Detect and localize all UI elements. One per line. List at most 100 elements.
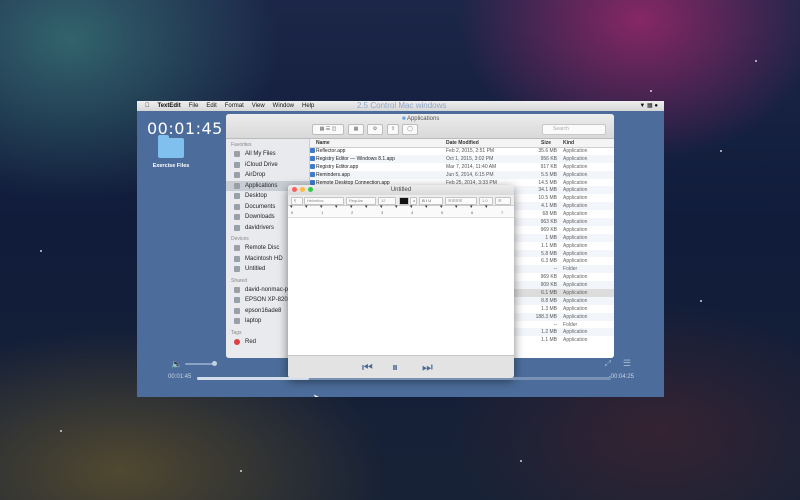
app-icon — [310, 163, 315, 169]
star — [520, 460, 522, 462]
menu-edit[interactable]: Edit — [206, 103, 216, 109]
menu-status-icons: ▼ ▦ ● — [639, 103, 658, 109]
file-kind: Application — [563, 297, 588, 304]
file-size: 969 KB — [540, 274, 557, 281]
tag-icon[interactable]: ◯ — [402, 124, 418, 135]
file-size: 1 MB — [545, 234, 557, 241]
playlist-icon[interactable]: ☰ — [623, 358, 631, 369]
share-icon[interactable]: ⇧ — [387, 124, 399, 135]
sidebar-item-label: Remote Disc — [245, 245, 280, 251]
elapsed-time: 00:01:45 — [168, 374, 192, 380]
menu-app-name[interactable]: TextEdit — [158, 103, 181, 109]
file-kind: Application — [563, 219, 588, 226]
text-color-swatch[interactable] — [399, 197, 409, 205]
tab-stop-icon[interactable]: ▾ — [365, 204, 368, 210]
ruler-mark: 4 — [411, 210, 414, 215]
textedit-title: Untitled — [390, 187, 412, 193]
tab-stop-icon[interactable]: ▾ — [320, 204, 323, 210]
file-size: 35.6 MB — [538, 148, 557, 154]
sidebar-item-label: epson16ade8 — [245, 307, 282, 314]
column-name[interactable]: Name — [316, 140, 330, 146]
file-kind: Application — [563, 290, 588, 297]
volume-icon[interactable]: 🔈 — [171, 359, 182, 370]
tab-stop-icon[interactable]: ▾ — [455, 204, 458, 210]
volume-knob[interactable] — [212, 361, 217, 366]
desktop-folder[interactable]: Exercise Files — [151, 135, 191, 169]
video-title: 2.5 Control Mac windows — [357, 101, 447, 110]
font-family-select[interactable]: Helvetica — [304, 197, 344, 205]
table-row[interactable]: Registry Editor — Windows 8.1.app Oct 1, … — [310, 154, 614, 163]
table-row[interactable]: Reflector.app Feb 2, 2015, 2:51 PM 35.6 MB… — [310, 147, 614, 155]
tab-stop-icon[interactable]: ▾ — [350, 204, 353, 210]
remaining-time: -00:04:25 — [608, 374, 634, 380]
sidebar-item-label: Desktop — [245, 193, 268, 199]
finder-title-text: Applications — [406, 116, 440, 122]
sidebar-item-icloud-drive[interactable]: iCloud Drive — [226, 160, 309, 171]
file-kind: Application — [563, 258, 588, 265]
table-row[interactable]: Reminders.app Jun 5, 2014, 6:15 PM 5.5 MB A… — [310, 170, 614, 179]
sidebar-item-airdrop[interactable]: AirDrop — [226, 170, 309, 181]
textedit-titlebar: Untitled — [288, 185, 514, 195]
menu-view[interactable]: View — [252, 103, 265, 109]
file-size: 8.8 MB — [541, 297, 557, 304]
apple-menu-icon[interactable]:  — [145, 103, 150, 109]
star — [40, 250, 42, 252]
ruler[interactable]: 0 1 2 3 4 5 6 7 ▾ ▾ ▾ ▾ ▾ ▾ ▾ ▾ ▾ ▾ ▾ ▾ ▾ ▾ — [288, 204, 514, 218]
file-name: Reminders.app — [316, 171, 350, 178]
table-row[interactable]: Registry Editor.app Mar 7, 2014, 11:40 AM… — [310, 163, 614, 171]
file-size: 5.8 MB — [541, 250, 557, 257]
tab-stop-icon[interactable]: ▾ — [395, 204, 398, 210]
tab-stop-icon[interactable]: ▾ — [290, 204, 293, 210]
close-button[interactable] — [292, 187, 297, 192]
view-mode-buttons[interactable]: ▦ ☰ ◫ — [312, 124, 344, 135]
computer-icon — [234, 286, 240, 293]
tab-stop-icon[interactable]: ▾ — [440, 204, 443, 210]
menu-window[interactable]: Window — [273, 103, 294, 109]
sidebar-item-label: Applications — [245, 182, 278, 189]
rewind-icon[interactable]: ⏮ — [362, 360, 373, 375]
fast-forward-icon[interactable]: ⏭ — [422, 360, 433, 375]
file-size: 14.5 MB — [538, 179, 557, 186]
column-size[interactable]: Size — [541, 140, 551, 146]
tab-stop-icon[interactable]: ▾ — [410, 204, 413, 210]
pause-icon[interactable]: ⏸ — [392, 360, 398, 375]
file-kind: Application — [563, 155, 588, 162]
tab-stop-icon[interactable]: ▾ — [305, 204, 308, 210]
desktop-folder-label: Exercise Files — [152, 163, 190, 169]
arrange-button[interactable]: ▦ — [348, 124, 364, 135]
text-document-area[interactable] — [288, 218, 514, 376]
fullscreen-icon[interactable]: ⤢ — [605, 359, 611, 369]
sidebar-item-all-my-files[interactable]: All My Files — [226, 149, 309, 160]
laptop-icon — [234, 318, 240, 325]
column-date-modified[interactable]: Date Modified — [446, 140, 479, 146]
menu-format[interactable]: Format — [225, 103, 244, 109]
column-kind[interactable]: Kind — [563, 140, 574, 146]
menu-help[interactable]: Help — [302, 103, 314, 109]
finder-search-input[interactable]: Search — [542, 124, 606, 135]
applications-icon — [234, 182, 240, 189]
file-kind: Application — [563, 282, 588, 289]
zoom-button[interactable] — [308, 187, 313, 192]
volume-slider[interactable] — [185, 363, 213, 365]
file-date: Mar 7, 2014, 11:40 AM — [446, 163, 497, 170]
app-icon — [310, 148, 315, 153]
file-size: 969 KB — [540, 226, 557, 233]
tab-stop-icon[interactable]: ▾ — [380, 204, 383, 210]
minimize-button[interactable] — [300, 187, 305, 192]
file-kind: Application — [563, 226, 588, 233]
tab-stop-icon[interactable]: ▾ — [425, 204, 428, 210]
tab-stop-icon[interactable]: ▾ — [470, 204, 473, 210]
file-kind: Application — [563, 211, 588, 218]
action-gear-icon[interactable]: ⚙ — [367, 124, 383, 135]
file-kind: Application — [563, 337, 588, 344]
tab-stop-icon[interactable]: ▾ — [335, 204, 338, 210]
file-size: 909 KB — [540, 282, 557, 289]
file-size: 1.1 MB — [541, 337, 557, 344]
window-controls — [292, 187, 313, 192]
menu-file[interactable]: File — [189, 103, 199, 109]
tab-stop-icon[interactable]: ▾ — [485, 204, 488, 210]
file-kind: Application — [563, 179, 588, 186]
red-tag-icon — [234, 338, 240, 345]
list-bullets-select[interactable]: ☰ — [495, 197, 511, 205]
ruler-mark: 3 — [381, 210, 384, 215]
